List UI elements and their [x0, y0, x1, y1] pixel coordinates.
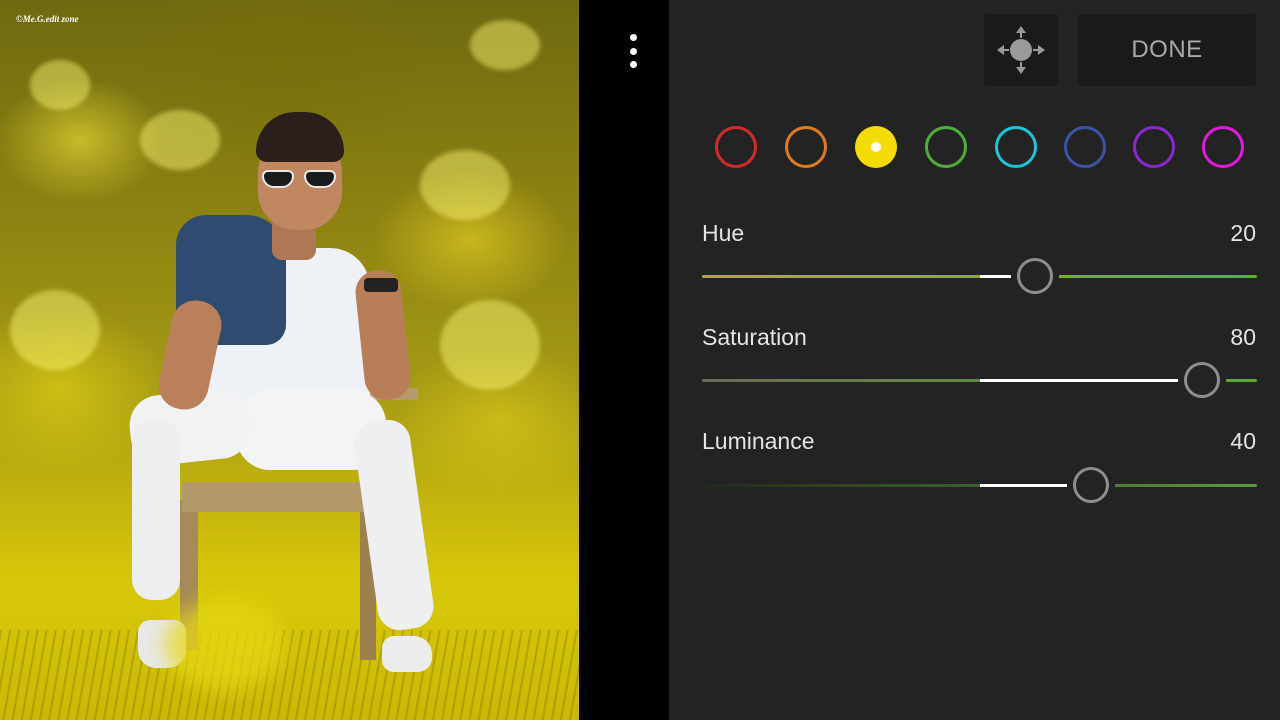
hue-label: Hue	[702, 220, 745, 246]
hsl-panel	[669, 0, 1280, 720]
wristwatch	[364, 278, 398, 292]
move-arrows-icon	[997, 26, 1045, 74]
saturation-label: Saturation	[702, 324, 807, 350]
color-swatch-red[interactable]	[715, 126, 757, 168]
move-button[interactable]	[984, 14, 1058, 86]
saturation-slider-thumb[interactable]	[1183, 362, 1220, 398]
color-swatch-orange[interactable]	[785, 126, 827, 168]
color-swatch-purple[interactable]	[1133, 126, 1175, 168]
person-hair	[256, 112, 344, 162]
bokeh-highlight	[440, 300, 540, 390]
bokeh-highlight	[10, 290, 100, 370]
person-leg	[132, 420, 180, 600]
watermark: ©Me.G.edit zone	[16, 14, 79, 24]
bokeh-highlight	[470, 20, 540, 70]
photo-preview: ©Me.G.edit zone	[0, 0, 579, 720]
hue-slider-thumb[interactable]	[1017, 258, 1053, 294]
hue-value: 20	[1230, 220, 1256, 246]
color-swatch-magenta[interactable]	[1202, 126, 1244, 168]
foreground-grass-blur	[165, 600, 285, 690]
done-button[interactable]: DONE	[1078, 14, 1256, 86]
hue-slider-fill	[979, 275, 1015, 278]
saturation-slider-fill	[979, 379, 1182, 382]
grass-blades	[0, 630, 579, 720]
color-swatch-blue[interactable]	[1064, 126, 1106, 168]
luminance-label: Luminance	[702, 428, 815, 454]
color-swatch-aqua[interactable]	[995, 126, 1037, 168]
saturation-value: 80	[1230, 324, 1256, 350]
bokeh-highlight	[30, 60, 90, 110]
color-channel-selector	[715, 126, 1245, 170]
person-shoe	[382, 636, 432, 672]
luminance-slider-thumb[interactable]	[1072, 467, 1109, 503]
luminance-slider-fill	[979, 484, 1071, 487]
color-swatch-yellow[interactable]	[855, 126, 897, 168]
chair-seat	[182, 482, 372, 512]
bokeh-highlight	[420, 150, 510, 220]
luminance-value: 40	[1230, 428, 1256, 454]
color-swatch-green[interactable]	[925, 126, 967, 168]
more-vertical-icon[interactable]	[622, 30, 644, 72]
sunglasses	[262, 168, 338, 190]
bokeh-highlight	[140, 110, 220, 170]
selected-indicator	[871, 142, 881, 152]
divider	[579, 0, 669, 720]
